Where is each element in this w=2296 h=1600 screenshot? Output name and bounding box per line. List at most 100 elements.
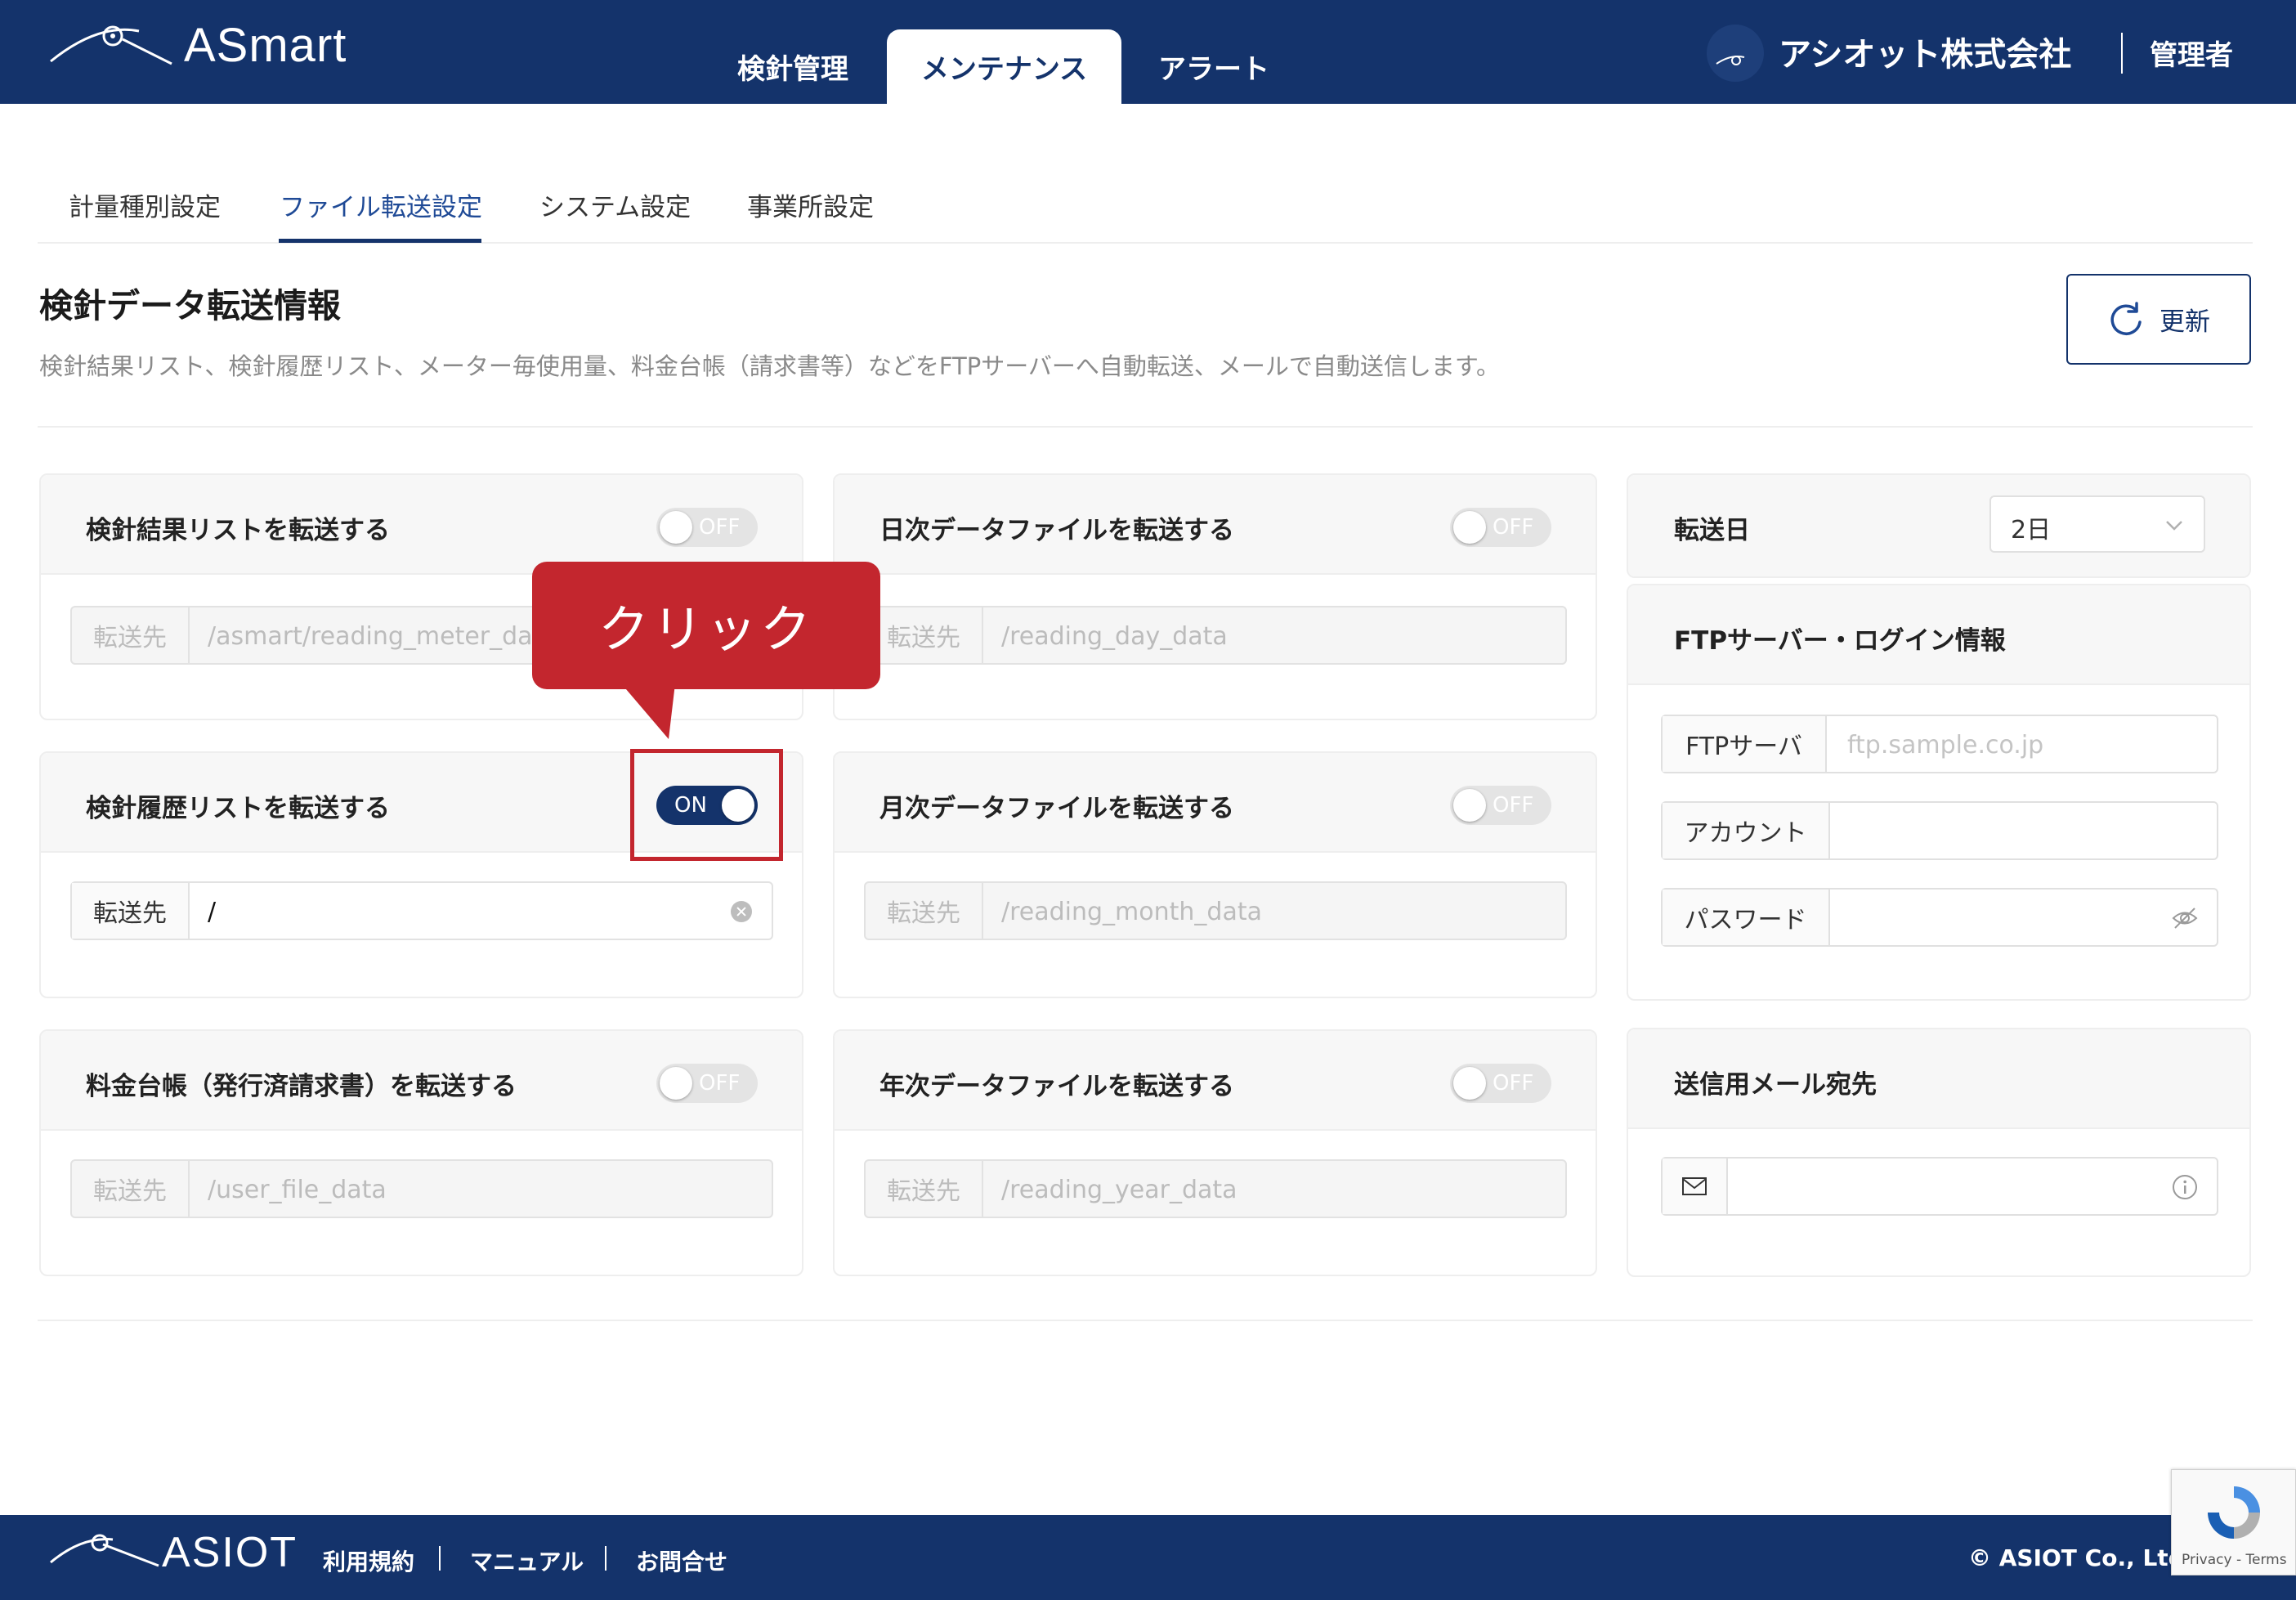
card-title: 転送日: [1674, 516, 1750, 545]
subtab-file-transfer-settings[interactable]: ファイル転送設定: [280, 186, 482, 223]
card-title: 検針結果リストを転送する: [86, 516, 390, 545]
input-placeholder: ftp.sample.co.jp: [1847, 731, 2044, 760]
mail-icon: [1663, 1159, 1728, 1214]
toggle-state: OFF: [1493, 793, 1534, 818]
company-name: アシオット株式会社: [1779, 36, 2072, 74]
active-tab-indicator: [279, 239, 481, 243]
field-value: /reading_month_data: [1001, 898, 1262, 926]
click-callout: クリック: [532, 562, 880, 689]
toggle-knob: [1453, 1067, 1486, 1100]
bottom-divider: [38, 1320, 2253, 1321]
header-divider: [2121, 33, 2123, 74]
info-icon[interactable]: [2171, 1173, 2199, 1201]
toggle-monthly-data-file[interactable]: OFF: [1450, 786, 1551, 825]
transfer-day-select[interactable]: 2日: [1989, 495, 2205, 553]
card-title: 検針履歴リストを転送する: [86, 794, 390, 823]
card-mail-destination: 送信用メール宛先: [1627, 1028, 2251, 1277]
card-title: 日次データファイルを転送する: [879, 516, 1234, 545]
field-value: /user_file_data: [208, 1176, 387, 1204]
clear-icon[interactable]: [731, 901, 752, 922]
toggle-state: OFF: [699, 515, 741, 540]
transfer-path-field: 転送先 /reading_month_data: [864, 881, 1567, 940]
card-title: FTPサーバー・ログイン情報: [1674, 626, 2006, 656]
copyright: © ASIOT Co., Ltd.: [1968, 1544, 2194, 1571]
transfer-path-field: 転送先 /reading_day_data: [864, 606, 1567, 665]
footer-link-manual[interactable]: マニュアル: [470, 1544, 584, 1577]
toggle-knob: [1453, 789, 1486, 822]
chevron-down-icon: [2166, 521, 2182, 531]
card-header: 料金台帳（発行済請求書）を転送する OFF: [41, 1031, 802, 1131]
field-addon-label: 転送先: [866, 1161, 983, 1217]
app-name[interactable]: ASmart: [184, 18, 347, 73]
card-header: 年次データファイルを転送する OFF: [835, 1031, 1596, 1131]
tab-reading-management[interactable]: 検針管理: [711, 29, 875, 104]
user-menu[interactable]: 管理者: [2150, 33, 2233, 73]
card-title: 送信用メール宛先: [1674, 1070, 1877, 1100]
asiot-logo-icon: [50, 1534, 159, 1567]
select-value: 2日: [2011, 516, 2052, 545]
field-addon-label: 転送先: [72, 1161, 190, 1217]
card-title: 年次データファイルを転送する: [879, 1072, 1234, 1101]
callout-text: クリック: [597, 599, 814, 659]
card-billing-ledger: 料金台帳（発行済請求書）を転送する OFF 転送先 /user_file_dat…: [39, 1029, 803, 1276]
subtab-office-settings[interactable]: 事業所設定: [747, 186, 874, 223]
field-addon-label: FTPサーバ: [1663, 716, 1827, 772]
refresh-icon: [2110, 301, 2142, 335]
footer: ASIOT 利用規約 マニュアル お問合せ © ASIOT Co., Ltd.: [0, 1515, 2296, 1600]
ftp-password-input[interactable]: パスワード: [1661, 888, 2218, 947]
card-monthly-data-file: 月次データファイルを転送する OFF 転送先 /reading_month_da…: [833, 751, 1597, 998]
recaptcha-badge[interactable]: Privacy - Terms: [2171, 1469, 2296, 1575]
tab-alert[interactable]: アラート: [1132, 29, 1296, 104]
recaptcha-icon: [2208, 1486, 2260, 1539]
sub-tab-bar: 計量種別設定 ファイル転送設定 システム設定 事業所設定: [38, 155, 2253, 244]
mail-address-input[interactable]: [1661, 1157, 2218, 1216]
footer-link-contact[interactable]: お問合せ: [636, 1544, 727, 1577]
field-value: /reading_year_data: [1001, 1176, 1238, 1204]
field-value: /asmart/reading_meter_data: [208, 622, 557, 651]
callout-pointer-icon: [621, 683, 675, 739]
ftp-account-input[interactable]: アカウント: [1661, 801, 2218, 860]
page-title: 検針データ転送情報: [39, 286, 341, 325]
field-addon-label: アカウント: [1663, 803, 1830, 858]
card-header: 送信用メール宛先: [1628, 1029, 2249, 1129]
toggle-highlight-box: [630, 749, 783, 861]
section-divider: [38, 426, 2253, 428]
field-value[interactable]: /: [208, 898, 216, 926]
footer-separator: [605, 1546, 606, 1571]
card-daily-data-file: 日次データファイルを転送する OFF 転送先 /reading_day_data: [833, 473, 1597, 720]
toggle-state: OFF: [699, 1071, 741, 1096]
footer-link-terms[interactable]: 利用規約: [323, 1544, 414, 1577]
toggle-billing-ledger[interactable]: OFF: [656, 1064, 758, 1103]
tab-maintenance[interactable]: メンテナンス: [887, 29, 1121, 104]
transfer-path-input[interactable]: 転送先 /: [70, 881, 773, 940]
page-description: 検針結果リスト、検針履歴リスト、メーター毎使用量、料金台帳（請求書等）などをFT…: [39, 352, 1501, 380]
field-addon-label: 転送先: [866, 883, 983, 939]
transfer-path-field: 転送先 /reading_year_data: [864, 1159, 1567, 1218]
top-header: ASmart 検針管理 メンテナンス アラート アシオット株式会社 管理者: [0, 0, 2296, 104]
subtab-meter-type-settings[interactable]: 計量種別設定: [69, 186, 221, 223]
card-yearly-data-file: 年次データファイルを転送する OFF 転送先 /reading_year_dat…: [833, 1029, 1597, 1276]
toggle-knob: [660, 1067, 692, 1100]
toggle-reading-result-list[interactable]: OFF: [656, 508, 758, 547]
field-addon-label: 転送先: [72, 883, 190, 939]
footer-separator: [439, 1546, 441, 1571]
card-header: 日次データファイルを転送する OFF: [835, 475, 1596, 575]
eye-off-icon[interactable]: [2171, 906, 2199, 930]
field-value: /reading_day_data: [1001, 622, 1228, 651]
toggle-yearly-data-file[interactable]: OFF: [1450, 1064, 1551, 1103]
toggle-daily-data-file[interactable]: OFF: [1450, 508, 1551, 547]
card-title: 月次データファイルを転送する: [879, 794, 1234, 823]
toggle-knob: [1453, 511, 1486, 544]
toggle-state: OFF: [1493, 515, 1534, 540]
ftp-server-input[interactable]: FTPサーバ ftp.sample.co.jp: [1661, 715, 2218, 773]
company-logo-icon: [1707, 25, 1764, 82]
refresh-label: 更新: [2159, 307, 2210, 337]
refresh-button[interactable]: 更新: [2066, 274, 2251, 365]
subtab-system-settings[interactable]: システム設定: [539, 186, 691, 223]
toggle-state: OFF: [1493, 1071, 1534, 1096]
recaptcha-text[interactable]: Privacy - Terms: [2182, 1552, 2287, 1568]
field-addon-label: パスワード: [1663, 890, 1830, 945]
card-header: FTPサーバー・ログイン情報: [1628, 585, 2249, 685]
footer-logo-text[interactable]: ASIOT: [162, 1528, 298, 1577]
card-title: 料金台帳（発行済請求書）を転送する: [86, 1072, 517, 1101]
